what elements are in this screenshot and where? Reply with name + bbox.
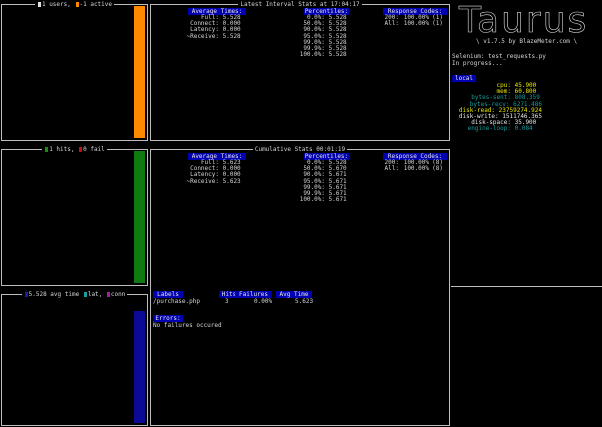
users-widget: 1 users, -1 active	[1, 1, 148, 141]
label-row-failures: 0.00%	[254, 298, 273, 305]
stat-row: 100.0%: 5.528	[289, 51, 351, 59]
response-code-row: All: 100.00% (8)	[383, 165, 449, 173]
labels-column-header: Labels	[153, 291, 183, 298]
fail-legend-swatch	[79, 147, 83, 152]
response-code-code: All:	[384, 165, 399, 173]
latency-label: lat,	[87, 291, 103, 298]
latest-avg-times-table: Full: 5.528 Connect: 0.000 Latency: 0.000 ~…	[181, 14, 249, 40]
fail-count: 0 fail	[83, 146, 105, 153]
local-header: local	[452, 75, 476, 82]
stat-row: ~Receive: 5.623	[181, 177, 249, 185]
active-count: -1 active	[79, 1, 113, 8]
label-row-name: /purchase.php	[153, 298, 200, 305]
stat-value: 5.623	[219, 177, 241, 185]
taurus-logo: Taurus	[458, 1, 588, 37]
stat-label: 100.0%:	[299, 196, 325, 204]
users-count: 1 users,	[41, 1, 71, 8]
metric-row: engine-loop: 0.084	[452, 126, 542, 132]
avg-time-legend-swatch	[24, 292, 28, 297]
errors-header: Errors:	[153, 315, 183, 322]
cumulative-percentiles-table: 0.0%: 5.528 50.0%: 5.670 90.0%: 5.671 95.0%…	[289, 159, 351, 204]
svg-text:Taurus: Taurus	[458, 1, 588, 37]
label-row-avg-time: 5.623	[295, 298, 314, 305]
local-metrics-table: cpu: 45.900 mem: 60.800 bytes-sent: 808.35…	[452, 82, 542, 133]
label-row-hits: 3	[225, 298, 229, 305]
cumulative-panel: Cumulative Stats 00:01:19 Average Times:…	[150, 146, 450, 426]
avg-time-value: 5.528 avg time	[28, 291, 80, 298]
stat-label: ~Receive:	[186, 32, 219, 40]
hits-widget: 1 hits, 0 fail	[1, 146, 148, 286]
hits-widget-title: 1 hits, 0 fail	[2, 145, 147, 154]
sidebar-divider	[451, 286, 602, 287]
latest-percentiles-table: 0.0%: 5.528 50.0%: 5.528 90.0%: 5.528 95.0%…	[289, 14, 351, 59]
response-code-code: All:	[384, 20, 399, 28]
latency-legend-swatch	[83, 292, 87, 297]
hits-legend-swatch	[45, 147, 49, 152]
executor-line: Selenium: test_requests.py	[452, 53, 546, 60]
response-code-pct: 100.00%	[403, 165, 429, 173]
avg-time-column-header: Avg Time	[276, 291, 312, 298]
metric-name: engine-loop:	[467, 125, 511, 133]
users-legend-swatch	[37, 2, 41, 7]
users-bar	[134, 6, 145, 138]
stat-value: 5.528	[219, 32, 241, 40]
latest-response-codes-table: 200: 100.00% (1) All: 100.00% (1)	[383, 14, 449, 28]
hits-bar	[134, 151, 145, 283]
connect-legend-swatch	[106, 292, 110, 297]
latest-interval-panel: Latest Interval Stats at 17:04:17 Averag…	[150, 1, 450, 141]
avg-time-widget: 5.528 avg time lat, conn	[1, 291, 148, 426]
connect-label: conn	[110, 291, 126, 298]
stat-row: 100.0%: 5.671	[289, 196, 351, 204]
cumulative-avg-times-table: Full: 5.623 Connect: 0.000 Latency: 0.000 ~…	[181, 159, 249, 185]
active-legend-swatch	[75, 2, 79, 7]
stat-value: 5.528	[325, 51, 347, 59]
metric-value: 0.084	[511, 125, 533, 133]
version-line: \ v1.7.5 by BlazeMeter.com \	[476, 38, 578, 45]
response-code-row: All: 100.00% (1)	[383, 20, 449, 28]
response-code-pct: 100.00%	[403, 20, 429, 28]
stat-value: 5.671	[325, 196, 347, 204]
errors-text: No failures occured	[153, 322, 222, 329]
stat-row: ~Receive: 5.528	[181, 32, 249, 40]
users-widget-title: 1 users, -1 active	[2, 0, 147, 9]
status-line: In progress...	[452, 60, 503, 67]
cumulative-response-codes-table: 200: 100.00% (8) All: 100.00% (8)	[383, 159, 449, 173]
stat-label: 100.0%:	[299, 51, 325, 59]
response-code-count: (1)	[432, 20, 443, 28]
avg-time-bar	[134, 311, 145, 423]
failures-column-header: Failures	[235, 291, 272, 298]
avg-time-widget-title: 5.528 avg time lat, conn	[2, 290, 147, 299]
stat-label: ~Receive:	[186, 177, 219, 185]
response-code-count: (8)	[432, 165, 443, 173]
hits-count: 1 hits,	[49, 146, 75, 153]
